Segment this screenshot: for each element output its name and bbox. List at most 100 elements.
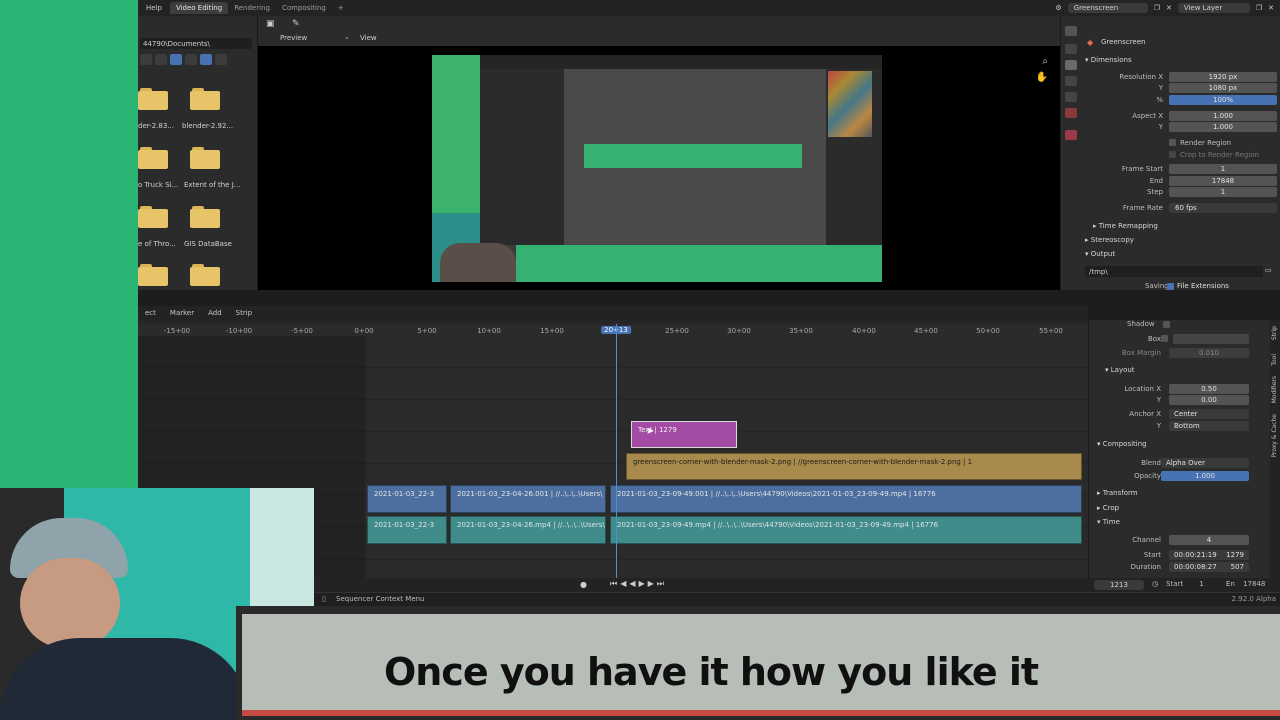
duration-field[interactable]: 00:00:08:27 507 xyxy=(1169,562,1249,572)
folder-icon[interactable] xyxy=(190,264,220,286)
playback-start-field[interactable]: Start 1 xyxy=(1166,580,1204,588)
crop-region-row[interactable]: Crop to Render Region xyxy=(1085,150,1280,161)
frame-start-field[interactable]: 1 xyxy=(1169,164,1277,174)
folder-icon[interactable] xyxy=(138,88,168,110)
output-tab-icon[interactable] xyxy=(1065,60,1077,70)
list-view-icon[interactable] xyxy=(140,54,152,65)
time-header[interactable]: ▾ Time xyxy=(1097,518,1120,526)
playback-controls[interactable]: ⏮◀◀▶▶⏭ xyxy=(610,579,667,589)
view-menu[interactable]: View xyxy=(360,34,377,42)
chevron-down-icon[interactable] xyxy=(215,54,227,65)
path-field[interactable]: 44790\Documents\ xyxy=(140,38,252,49)
menu-help[interactable]: Help xyxy=(138,4,170,12)
tab-video-editing[interactable]: Video Editing xyxy=(169,2,229,14)
location-y-field[interactable]: 0.00 xyxy=(1169,395,1249,405)
render-region-checkbox[interactable] xyxy=(1169,139,1176,146)
frame-rate-dropdown[interactable]: 60 fps xyxy=(1169,203,1277,213)
menu-marker[interactable]: Marker xyxy=(163,309,201,317)
menu-select[interactable]: ect xyxy=(138,309,163,317)
crop-header[interactable]: ▸ Crop xyxy=(1097,504,1119,512)
tab-modifiers[interactable]: Modifiers xyxy=(1271,376,1279,403)
box-margin-field[interactable]: 0.010 xyxy=(1169,348,1249,358)
tab-add[interactable]: + xyxy=(332,2,350,14)
folder-icon[interactable] xyxy=(190,88,220,110)
chevron-down-icon[interactable]: ⌄ xyxy=(344,33,350,41)
list-view-icon[interactable] xyxy=(155,54,167,65)
frame-step-field[interactable]: 1 xyxy=(1169,187,1277,197)
aspect-x-field[interactable]: 1.000 xyxy=(1169,111,1277,121)
stereoscopy-header[interactable]: ▸ Stereoscopy xyxy=(1085,236,1134,244)
current-frame-field[interactable]: 1213 xyxy=(1094,580,1144,590)
copy-icon[interactable]: ❐ xyxy=(1154,4,1160,12)
clock-icon[interactable]: ◷ xyxy=(1152,580,1158,588)
frame-end-field[interactable]: 17848 xyxy=(1169,176,1277,186)
resolution-pct-field[interactable]: 100% xyxy=(1169,95,1277,105)
zoom-icon[interactable]: ⌕ xyxy=(1042,56,1048,67)
tab-rendering[interactable]: Rendering xyxy=(228,2,276,14)
folder-icon[interactable] xyxy=(138,206,168,228)
menu-add[interactable]: Add xyxy=(201,309,229,317)
filter-icon[interactable] xyxy=(200,54,212,65)
anchor-x-dropdown[interactable]: Center xyxy=(1169,409,1249,419)
output-header[interactable]: ▾ Output xyxy=(1085,250,1115,258)
box-checkbox[interactable] xyxy=(1161,335,1168,342)
hand-icon[interactable]: ✋ xyxy=(1036,72,1048,83)
folder-icon[interactable] xyxy=(190,147,220,169)
resolution-x-field[interactable]: 1920 px xyxy=(1169,72,1277,82)
movie-strip[interactable]: 2021-01-03_23-09-49.001 | //..\..\..\Use… xyxy=(610,485,1082,513)
render-region-row[interactable]: Render Region xyxy=(1085,138,1280,149)
opacity-slider[interactable]: 1.000 xyxy=(1161,471,1249,481)
texture-tab-icon[interactable] xyxy=(1065,130,1077,140)
compositing-header[interactable]: ▾ Compositing xyxy=(1097,440,1147,448)
location-x-field[interactable]: 0.50 xyxy=(1169,384,1249,394)
movie-strip[interactable]: 2021-01-03_22-3 xyxy=(367,485,447,513)
folder-icon[interactable] xyxy=(190,206,220,228)
playhead-line[interactable] xyxy=(616,324,617,578)
editor-type-icon[interactable]: ▣ xyxy=(266,19,275,29)
aspect-y-field[interactable]: 1.000 xyxy=(1169,122,1277,132)
menu-strip[interactable]: Strip xyxy=(229,309,259,317)
blend-dropdown[interactable]: Alpha Over xyxy=(1161,458,1249,468)
tab-tool[interactable]: Tool xyxy=(1271,354,1279,366)
playback-end-field[interactable]: En 17848 xyxy=(1226,580,1265,588)
sequencer-preview[interactable]: ▣ ✎ Preview ⌄ View ⌕ ✋ xyxy=(258,16,1060,290)
render-tab-icon[interactable] xyxy=(1065,44,1077,54)
sound-strip[interactable]: 2021-01-03_23-04-26.mp4 | //..\..\..\Use… xyxy=(450,516,606,544)
tool-icon[interactable]: ✎ xyxy=(292,19,300,29)
chevron-down-icon[interactable] xyxy=(185,54,197,65)
start-field[interactable]: 00:00:21:19 1279 xyxy=(1169,550,1249,560)
channel-field[interactable]: 4 xyxy=(1169,535,1249,545)
anchor-y-dropdown[interactable]: Bottom xyxy=(1169,421,1249,431)
image-strip[interactable]: greenscreen-corner-with-blender-mask-2.p… xyxy=(626,453,1082,480)
tab-strip[interactable]: Strip xyxy=(1271,326,1279,340)
record-icon[interactable]: ● xyxy=(580,580,587,589)
dimensions-header[interactable]: ▾ Dimensions xyxy=(1085,56,1132,64)
sound-strip[interactable]: 2021-01-03_22-3 xyxy=(367,516,447,544)
layout-header[interactable]: ▾ Layout xyxy=(1105,366,1135,374)
sound-strip[interactable]: 2021-01-03_23-09-49.mp4 | //..\..\..\Use… xyxy=(610,516,1082,544)
close-icon[interactable]: ✕ xyxy=(1268,4,1274,12)
file-extensions-checkbox[interactable] xyxy=(1167,283,1174,290)
close-icon[interactable]: ✕ xyxy=(1166,4,1172,12)
scene-selector[interactable]: Greenscreen xyxy=(1067,3,1148,13)
scene-tab-icon[interactable] xyxy=(1065,92,1077,102)
output-path-field[interactable]: /tmp\ xyxy=(1085,266,1263,277)
transform-header[interactable]: ▸ Transform xyxy=(1097,489,1138,497)
box-color-field[interactable] xyxy=(1173,334,1249,344)
crop-region-checkbox[interactable] xyxy=(1169,151,1176,158)
world-tab-icon[interactable] xyxy=(1065,108,1077,118)
thumbnail-view-icon[interactable] xyxy=(170,54,182,65)
resolution-y-field[interactable]: 1080 px xyxy=(1169,83,1277,93)
copy-icon[interactable]: ❐ xyxy=(1256,4,1262,12)
view-layer-tab-icon[interactable] xyxy=(1065,76,1077,86)
tool-tab-icon[interactable] xyxy=(1065,26,1077,36)
time-ruler[interactable]: -15+00 -10+00 -5+00 0+00 5+00 10+00 15+0… xyxy=(138,324,1088,336)
folder-icon[interactable] xyxy=(138,264,168,286)
movie-strip[interactable]: 2021-01-03_23-04-26.001 | //..\..\..\Use… xyxy=(450,485,606,513)
tab-compositing[interactable]: Compositing xyxy=(276,2,332,14)
folder-icon[interactable] xyxy=(138,147,168,169)
view-layer-selector[interactable]: View Layer xyxy=(1177,3,1250,13)
time-remapping-header[interactable]: ▸ Time Remapping xyxy=(1093,222,1158,230)
preview-mode-dropdown[interactable]: Preview xyxy=(280,34,307,42)
shadow-checkbox[interactable] xyxy=(1163,321,1170,328)
